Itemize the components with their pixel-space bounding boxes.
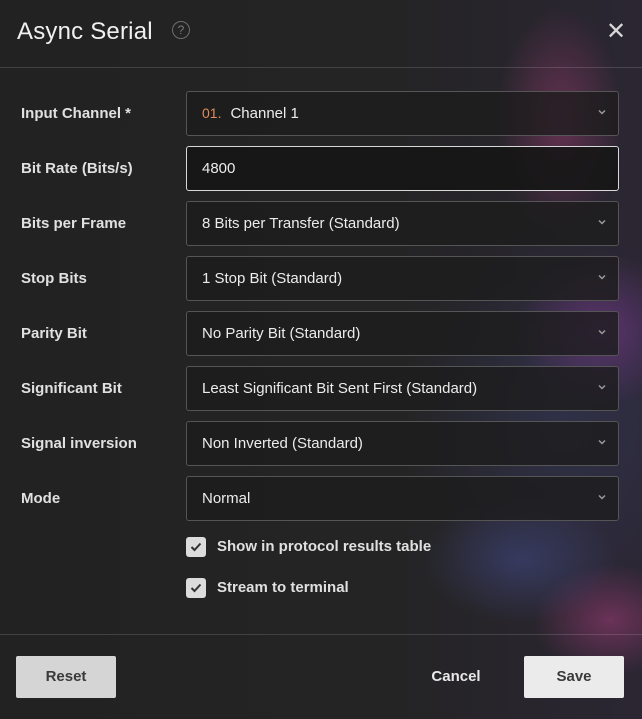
row-stop-bits: Stop Bits 1 Stop Bit (Standard) (0, 256, 642, 301)
bits-per-frame-select[interactable]: 8 Bits per Transfer (Standard) (186, 201, 619, 246)
mode-value: Normal (202, 490, 251, 507)
save-button[interactable]: Save (524, 656, 624, 698)
parity-bit-value: No Parity Bit (Standard) (202, 325, 361, 342)
stop-bits-select[interactable]: 1 Stop Bit (Standard) (186, 256, 619, 301)
bits-per-frame-label: Bits per Frame (21, 215, 127, 232)
chevron-down-icon (597, 437, 607, 447)
chevron-down-icon (597, 382, 607, 392)
row-significant-bit: Significant Bit Least Significant Bit Se… (0, 366, 642, 411)
help-circle-icon[interactable]: ? (172, 21, 190, 39)
stream-to-terminal-checkbox[interactable] (186, 578, 206, 598)
reset-button[interactable]: Reset (16, 656, 116, 698)
row-mode: Mode Normal (0, 476, 642, 521)
stop-bits-label: Stop Bits (21, 270, 87, 287)
checkmark-icon (190, 583, 202, 593)
dialog-footer: Reset Cancel Save (0, 634, 642, 719)
chevron-down-icon (597, 272, 607, 282)
signal-inversion-value: Non Inverted (Standard) (202, 435, 363, 452)
parity-bit-select[interactable]: No Parity Bit (Standard) (186, 311, 619, 356)
row-bit-rate: Bit Rate (Bits/s) 4800 (0, 146, 642, 191)
stream-to-terminal-label[interactable]: Stream to terminal (217, 576, 349, 600)
input-channel-label: Input Channel * (21, 105, 131, 122)
async-serial-dialog: Async Serial ? ✕ Input Channel * 01. Chan… (0, 0, 642, 719)
mode-label: Mode (21, 490, 61, 507)
dialog-header: Async Serial ? ✕ (0, 0, 642, 68)
bit-rate-input[interactable]: 4800 (186, 146, 619, 191)
signal-inversion-label: Signal inversion (21, 435, 137, 452)
bit-rate-value: 4800 (202, 160, 236, 177)
chevron-down-icon (597, 327, 607, 337)
parity-bit-label: Parity Bit (21, 325, 87, 342)
bits-per-frame-value: 8 Bits per Transfer (Standard) (202, 215, 400, 232)
stop-bits-value: 1 Stop Bit (Standard) (202, 270, 343, 287)
mode-select[interactable]: Normal (186, 476, 619, 521)
channel-number: 01. (202, 105, 222, 121)
show-in-table-label[interactable]: Show in protocol results table (217, 535, 431, 559)
close-icon[interactable]: ✕ (604, 20, 628, 44)
significant-bit-value: Least Significant Bit Sent First (Standa… (202, 380, 478, 397)
bit-rate-label: Bit Rate (Bits/s) (21, 160, 133, 177)
row-input-channel: Input Channel * 01. Channel 1 (0, 91, 642, 136)
chevron-down-icon (597, 107, 607, 117)
chevron-down-icon (597, 217, 607, 227)
show-in-table-checkbox[interactable] (186, 537, 206, 557)
dialog-title: Async Serial (17, 18, 153, 45)
input-channel-value: Channel 1 (230, 105, 299, 122)
checkmark-icon (190, 542, 202, 552)
cancel-button[interactable]: Cancel (416, 656, 496, 698)
significant-bit-select[interactable]: Least Significant Bit Sent First (Standa… (186, 366, 619, 411)
chevron-down-icon (597, 492, 607, 502)
signal-inversion-select[interactable]: Non Inverted (Standard) (186, 421, 619, 466)
significant-bit-label: Significant Bit (21, 380, 122, 397)
row-signal-inversion: Signal inversion Non Inverted (Standard) (0, 421, 642, 466)
input-channel-select[interactable]: 01. Channel 1 (186, 91, 619, 136)
row-parity-bit: Parity Bit No Parity Bit (Standard) (0, 311, 642, 356)
row-bits-per-frame: Bits per Frame 8 Bits per Transfer (Stan… (0, 201, 642, 246)
